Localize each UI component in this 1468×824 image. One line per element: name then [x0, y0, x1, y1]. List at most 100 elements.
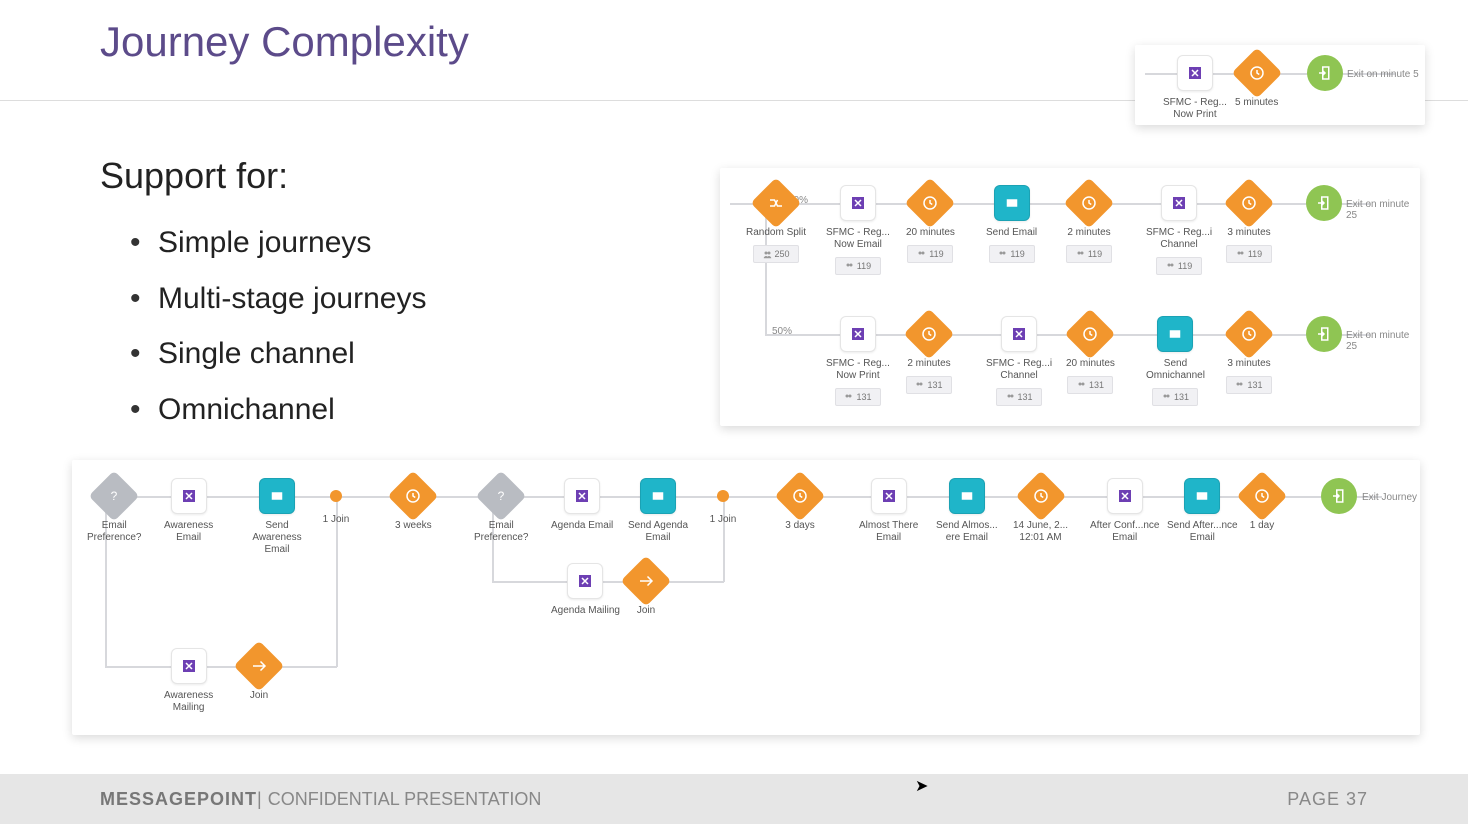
node-label: Send After...nceEmail [1167, 520, 1238, 544]
send-icon [259, 478, 295, 514]
node-label: Send Email [986, 227, 1037, 239]
bullet-item: Simple journeys [130, 215, 426, 271]
node-label: 3 minutes [1226, 227, 1272, 239]
wait-until-icon [1015, 471, 1066, 522]
join-dot-icon [717, 490, 729, 502]
node-label: 1 Join [318, 514, 354, 526]
count-badge: 131 [835, 388, 881, 406]
footer-confidential: CONFIDENTIAL PRESENTATION [268, 789, 542, 810]
exit-icon [1307, 55, 1343, 91]
node-label: Agenda Mailing [551, 605, 620, 617]
count-badge: 119 [989, 245, 1035, 263]
bullet-item: Omnichannel [130, 382, 426, 438]
svg-text:?: ? [498, 489, 505, 503]
join-icon [621, 556, 672, 607]
sfmc-activity-icon [564, 478, 600, 514]
node-label: Join [628, 605, 664, 617]
send-icon [949, 478, 985, 514]
node-label: 2 minutes [906, 358, 952, 370]
wait-icon [1224, 309, 1275, 360]
sfmc-activity-icon [171, 478, 207, 514]
journey-panel-split: 50% 50% Random Split 250 SFMC - Reg...No… [720, 168, 1420, 426]
wait-icon [904, 309, 955, 360]
send-icon [1157, 316, 1193, 352]
count-badge: 119 [1156, 257, 1202, 275]
node-label: Almost ThereEmail [859, 520, 918, 544]
node-label: 5 minutes [1235, 97, 1278, 109]
node-label: 1 Join [705, 514, 741, 526]
send-icon [640, 478, 676, 514]
footer-brand: MESSAGEPOINT [100, 789, 257, 810]
node-label: AwarenessMailing [164, 690, 213, 714]
sfmc-activity-icon [1177, 55, 1213, 91]
exit-label: Exit on minute 5 [1347, 69, 1419, 80]
node-label: EmailPreference? [474, 520, 528, 544]
sfmc-activity-icon [567, 563, 603, 599]
node-label: SFMC - Reg...iChannel [1146, 227, 1212, 251]
node-label: Join [241, 690, 277, 702]
node-label: SFMC - Reg...iChannel [986, 358, 1052, 382]
node-label: Send AgendaEmail [628, 520, 688, 544]
exit-label: Exit on minute 25 [1346, 330, 1420, 352]
count-badge: 119 [1066, 245, 1112, 263]
cursor-icon: ➤ [915, 776, 928, 796]
bullet-list: Simple journeys Multi-stage journeys Sin… [130, 215, 426, 437]
footer-page: PAGE 37 [1287, 789, 1368, 810]
exit-icon [1321, 478, 1357, 514]
wait-icon [1237, 471, 1288, 522]
journey-panel-omnichannel: ? EmailPreference? AwarenessEmail Send A… [72, 460, 1420, 735]
count-badge: 119 [835, 257, 881, 275]
decision-icon: ? [89, 471, 140, 522]
node-label: After Conf...nceEmail [1090, 520, 1159, 544]
node-label: 1 day [1244, 520, 1280, 532]
node-label: 20 minutes [1066, 358, 1115, 370]
node-label: 3 weeks [395, 520, 432, 532]
node-label: Agenda Email [551, 520, 613, 532]
node-label: SFMC - Reg...Now Print [826, 358, 890, 382]
node-label: 3 minutes [1226, 358, 1272, 370]
sfmc-activity-icon [1161, 185, 1197, 221]
count-badge: 131 [996, 388, 1042, 406]
node-label: SFMC - Reg...Now Print [1163, 97, 1227, 121]
send-icon [1184, 478, 1220, 514]
node-label: SendOmnichannel [1146, 358, 1205, 382]
wait-icon [1065, 309, 1116, 360]
node-label: 14 June, 2...12:01 AM [1013, 520, 1068, 544]
wait-icon [1231, 48, 1282, 99]
exit-icon [1306, 316, 1342, 352]
support-heading: Support for: [100, 155, 288, 197]
sfmc-activity-icon [1001, 316, 1037, 352]
sfmc-activity-icon [871, 478, 907, 514]
exit-label: Exit Journey [1362, 492, 1417, 503]
node-label: Send AwarenessEmail [241, 520, 313, 556]
wait-icon [388, 471, 439, 522]
node-label: EmailPreference? [87, 520, 141, 544]
wait-icon [1064, 178, 1115, 229]
wait-icon [775, 471, 826, 522]
journey-panel-simple: SFMC - Reg...Now Print 5 minutes Exit on… [1135, 45, 1425, 125]
join-icon [234, 641, 285, 692]
svg-text:?: ? [111, 489, 118, 503]
count-badge: 119 [907, 245, 953, 263]
node-label: 3 days [782, 520, 818, 532]
exit-icon [1306, 185, 1342, 221]
node-label: Send Almos...ere Email [936, 520, 998, 544]
node-label: 20 minutes [906, 227, 955, 239]
count-badge: 131 [1152, 388, 1198, 406]
node-label: 2 minutes [1066, 227, 1112, 239]
bullet-item: Single channel [130, 326, 426, 382]
send-email-icon [994, 185, 1030, 221]
sfmc-activity-icon [840, 316, 876, 352]
footer-separator: | [257, 789, 262, 810]
node-label: SFMC - Reg...Now Email [826, 227, 890, 251]
wait-icon [1224, 178, 1275, 229]
count-badge: 131 [1067, 376, 1113, 394]
join-dot-icon [330, 490, 342, 502]
wait-icon [905, 178, 956, 229]
exit-label: Exit on minute 25 [1346, 199, 1420, 221]
count-badge: 131 [1226, 376, 1272, 394]
count-badge: 119 [1226, 245, 1272, 263]
count-badge: 131 [906, 376, 952, 394]
node-label: Random Split [746, 227, 806, 239]
slide-title: Journey Complexity [100, 18, 469, 66]
